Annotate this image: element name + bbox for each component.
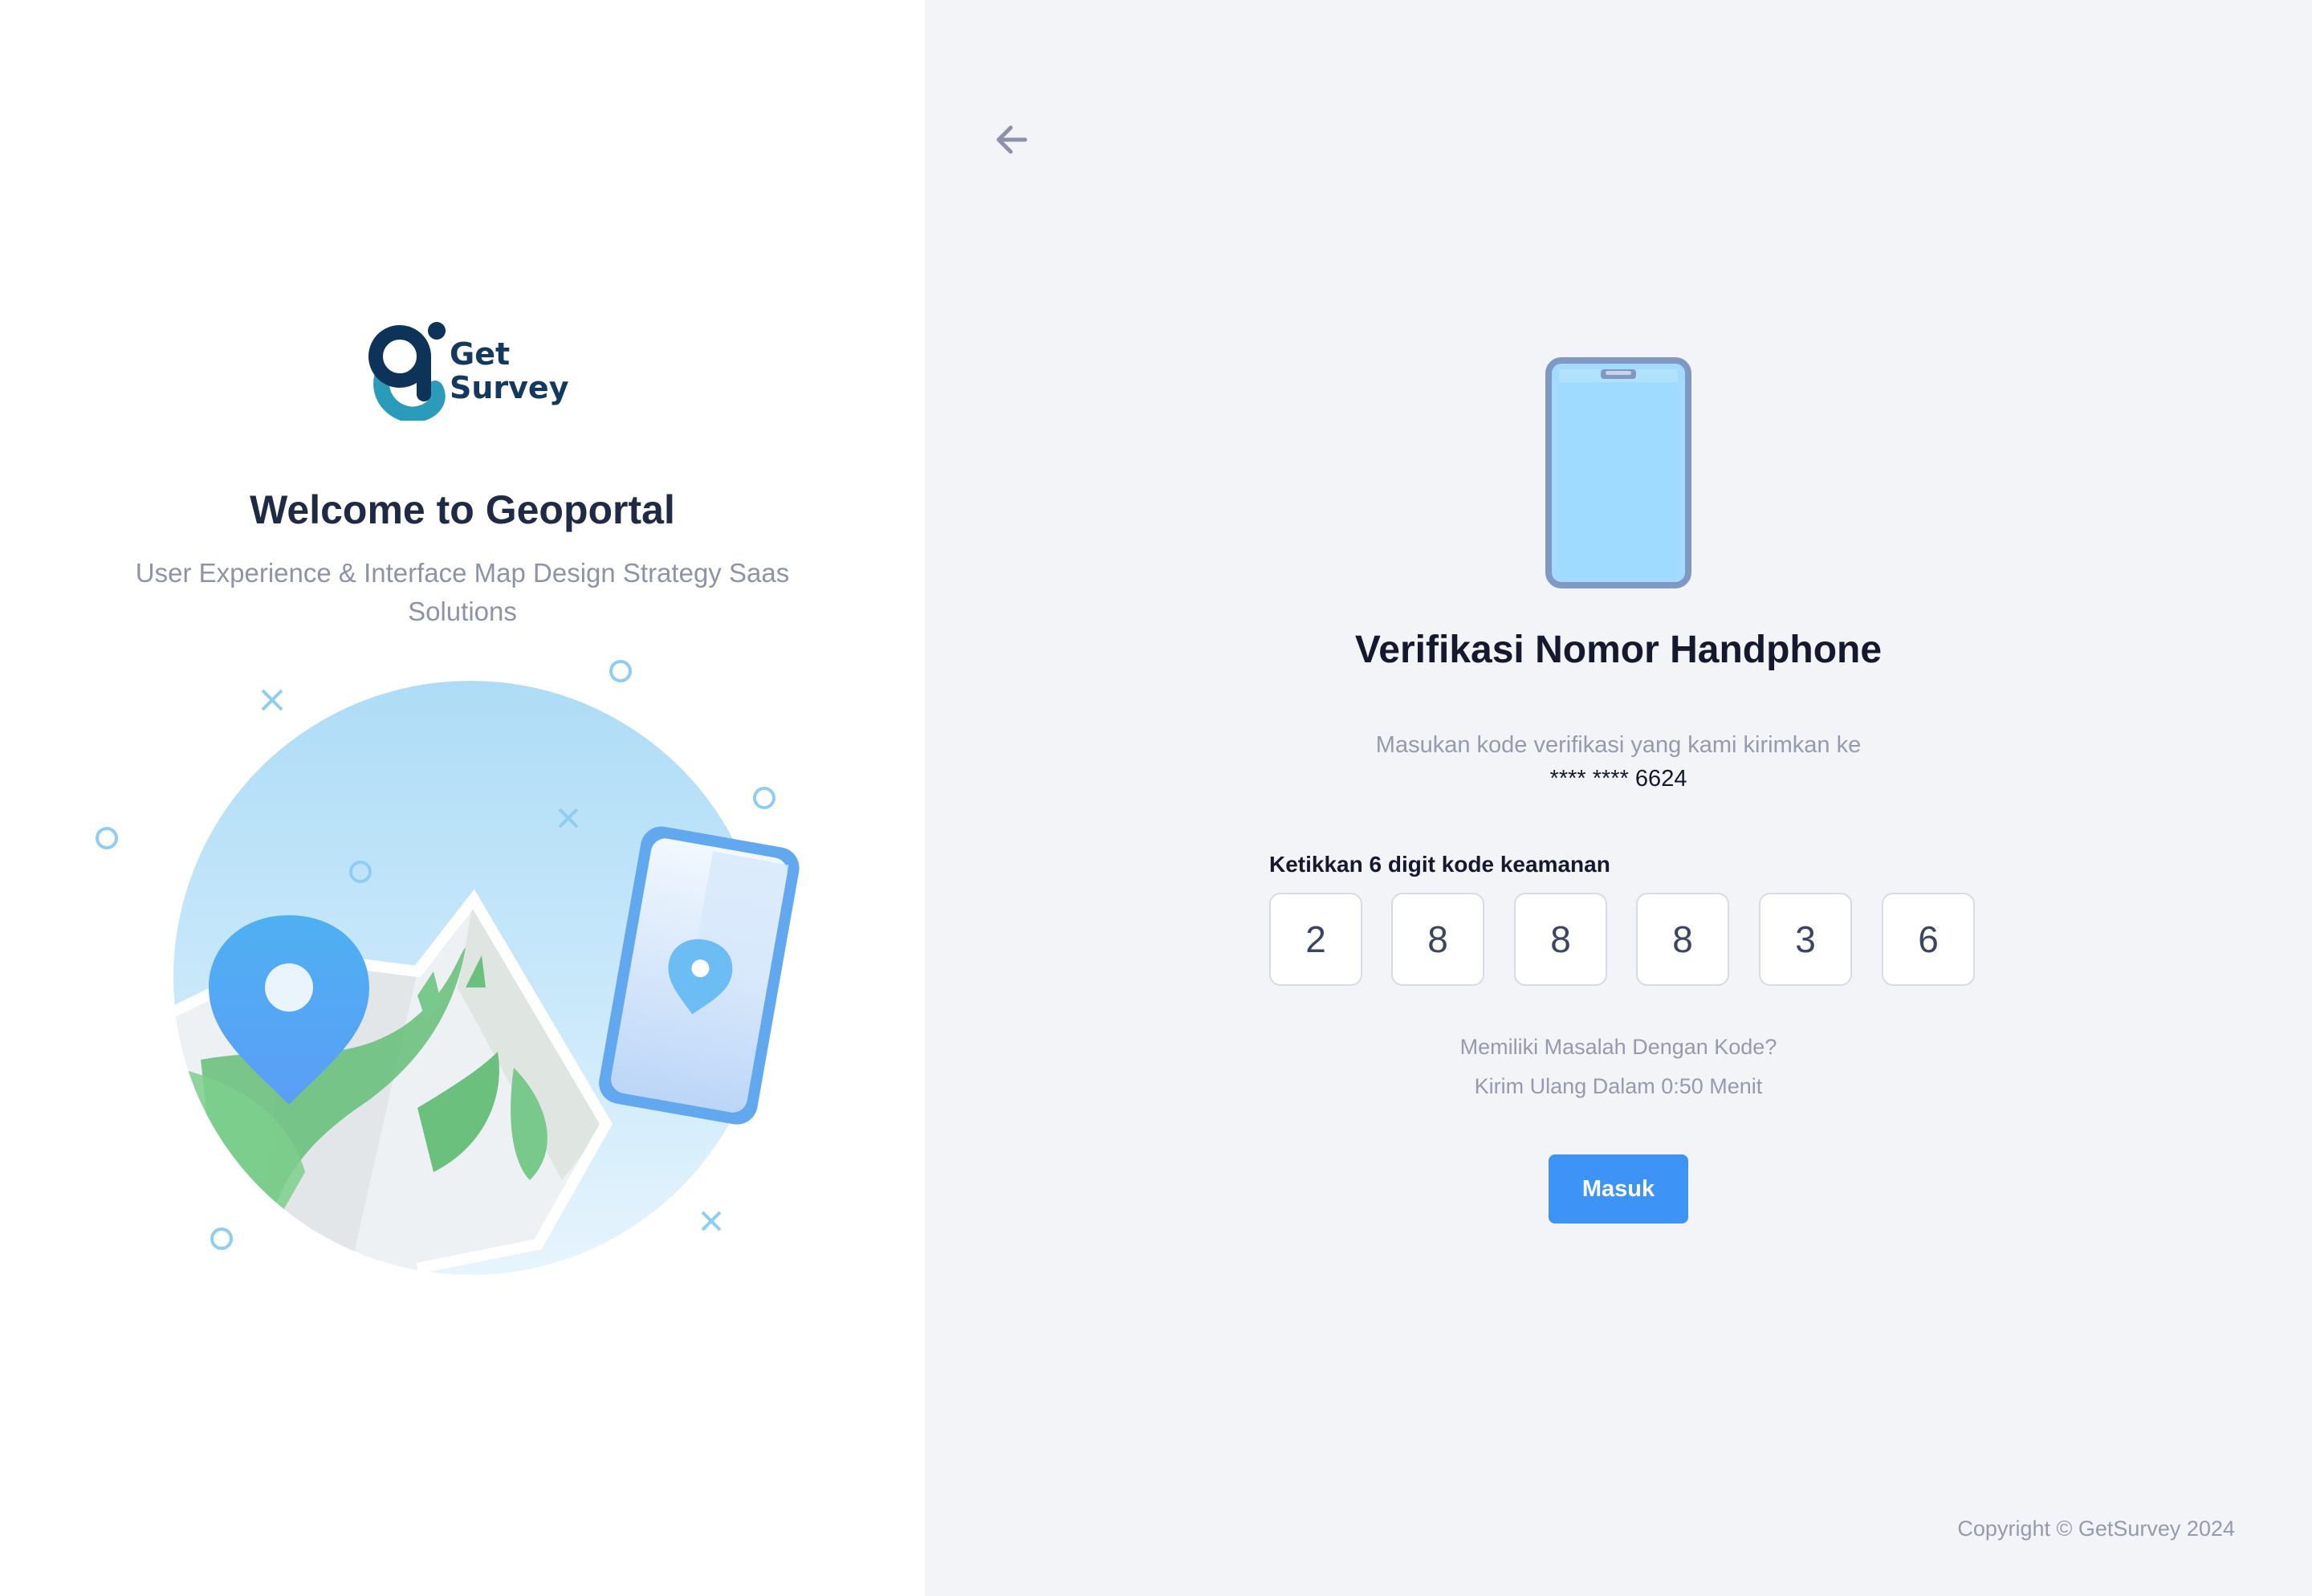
welcome-panel: Get Survey Welcome to Geoportal User Exp… bbox=[0, 0, 925, 1596]
map-illustration bbox=[96, 660, 800, 1275]
verification-subtitle: Masukan kode verifikasi yang kami kirimk… bbox=[1375, 732, 1862, 758]
getsurvey-logo-mark bbox=[368, 322, 446, 423]
verification-title: Verifikasi Nomor Handphone bbox=[1354, 629, 1883, 671]
code-issue-text: Memiliki Masalah Dengan Kode? bbox=[1459, 1035, 1777, 1059]
otp-digit-1[interactable]: 2 bbox=[1269, 893, 1362, 986]
otp-code-input: 2 8 8 8 3 6 bbox=[1269, 893, 1979, 989]
welcome-heading: Welcome to Geoportal bbox=[250, 487, 675, 532]
resend-countdown[interactable]: Kirim Ulang Dalam 0:50 Menit bbox=[925, 1069, 2312, 1104]
copyright-text: Copyright © GetSurvey 2024 bbox=[1957, 1517, 2235, 1541]
code-input-label: Ketikkan 6 digit kode keamanan bbox=[1269, 852, 1610, 877]
verification-panel bbox=[925, 0, 2312, 1596]
otp-digit-4[interactable]: 8 bbox=[1636, 893, 1729, 986]
getsurvey-logo: Get Survey bbox=[366, 320, 568, 423]
masked-phone-number: **** **** 6624 bbox=[1549, 766, 1687, 792]
back-button[interactable] bbox=[989, 117, 1034, 162]
welcome-tagline: User Experience & Interface Map Design S… bbox=[135, 558, 790, 626]
otp-digit-6[interactable]: 6 bbox=[1882, 893, 1975, 986]
otp-digit-5[interactable]: 3 bbox=[1759, 893, 1852, 986]
submit-button[interactable]: Masuk bbox=[1549, 1154, 1688, 1223]
otp-digit-2[interactable]: 8 bbox=[1391, 893, 1484, 986]
arrow-left-icon bbox=[996, 125, 1028, 154]
logo-text-get: Get bbox=[450, 336, 511, 372]
otp-digit-3[interactable]: 8 bbox=[1514, 893, 1607, 986]
logo-text-survey: Survey bbox=[450, 370, 569, 405]
smartphone-icon bbox=[1545, 357, 1691, 588]
